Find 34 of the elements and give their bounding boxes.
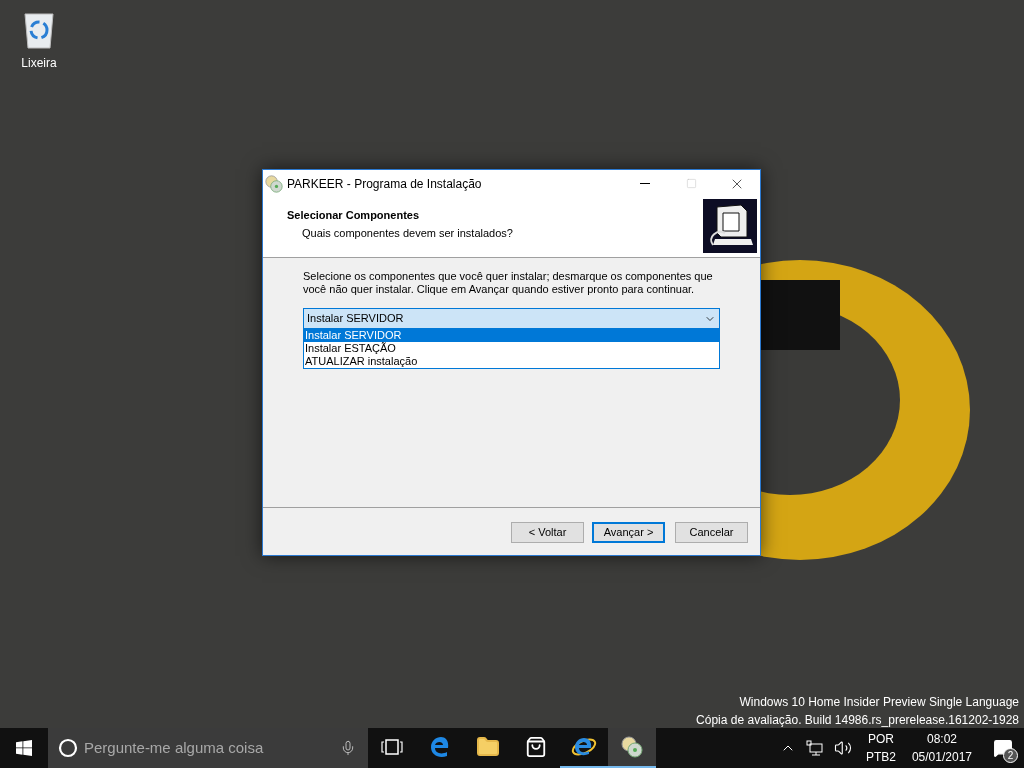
cortana-circle-icon xyxy=(58,738,78,758)
taskbar-app-button[interactable] xyxy=(608,728,656,768)
minimize-icon xyxy=(640,183,650,184)
wizard-button[interactable]: Avançar > xyxy=(592,522,665,543)
edge-browser-icon xyxy=(429,736,451,758)
page-heading: Selecionar Componentes xyxy=(287,208,421,223)
build-info-text: Cópia de avaliação. Build 14986.rs_prerelease.161202-1928 xyxy=(696,712,1019,729)
desktop-icon-label[interactable]: Lixeira xyxy=(21,54,57,72)
build-info-text: Windows 10 Home Insider Preview Single Language xyxy=(739,694,1019,711)
instructions-text: Selecione os componentes que você quer instalar; desmarque os componentes que você não quer instalar. Clique em Avançar quando estiver pronto para continuar. xyxy=(303,270,714,296)
dropdown-option[interactable]: ATUALIZAR instalação xyxy=(304,355,719,368)
dropdown-option[interactable]: Instalar SERVIDOR xyxy=(304,329,719,342)
app-disc-icon xyxy=(265,174,283,193)
dropdown-value: Instalar SERVIDOR xyxy=(307,311,405,327)
store-bag-icon xyxy=(525,736,547,758)
language-indicator[interactable]: POR PTB2 xyxy=(865,730,896,766)
notification-count: 2 xyxy=(1003,748,1018,763)
volume-icon[interactable] xyxy=(833,739,852,757)
dropdown-option[interactable]: Instalar ESTAÇÃO xyxy=(304,342,719,355)
search-field[interactable]: Pergunte-me alguma coisa xyxy=(48,728,368,768)
maximize-icon xyxy=(685,178,697,189)
page-subheading: Quais componentes devem ser instalados? xyxy=(302,225,514,241)
wizard-button[interactable]: Cancelar xyxy=(675,522,748,543)
folder-icon xyxy=(476,735,500,759)
microphone-icon[interactable] xyxy=(340,740,356,756)
network-icon[interactable] xyxy=(805,740,824,756)
components-dropdown[interactable]: Instalar SERVIDOR xyxy=(303,308,720,329)
installer-disc-icon xyxy=(621,736,643,758)
clock[interactable]: 08:02 05/01/2017 xyxy=(911,730,972,766)
windows-logo-icon xyxy=(16,740,32,756)
task-view-icon xyxy=(381,739,403,755)
wizard-button[interactable]: < Voltar xyxy=(511,522,584,543)
search-placeholder: Pergunte-me alguma coisa xyxy=(84,737,265,758)
window-title: PARKEER - Programa de Instalação xyxy=(287,175,483,193)
